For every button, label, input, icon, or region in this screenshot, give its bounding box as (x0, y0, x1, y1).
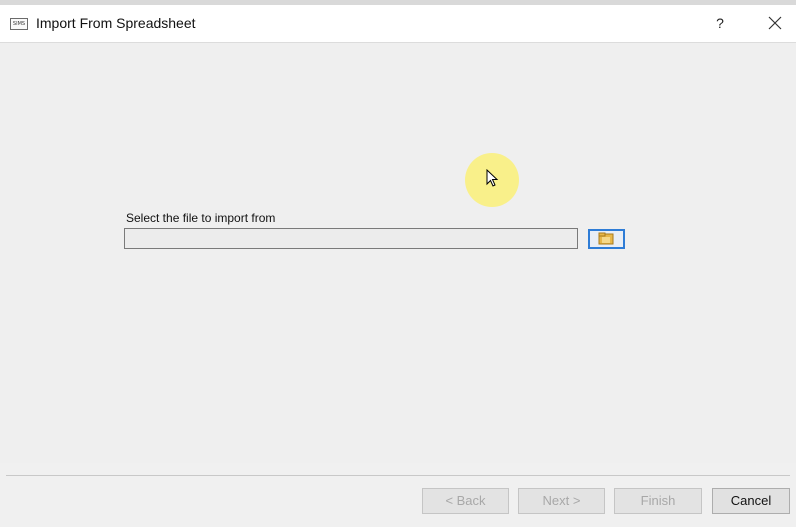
window-title: Import From Spreadsheet (36, 15, 196, 31)
help-button[interactable]: ? (705, 8, 735, 38)
browse-button[interactable] (588, 229, 625, 249)
dialog-content: Select the file to import from (0, 43, 796, 463)
close-icon (768, 16, 782, 30)
folder-browse-icon (598, 232, 614, 245)
close-button[interactable] (755, 8, 795, 38)
next-button[interactable]: Next > (518, 488, 605, 514)
file-path-input[interactable] (124, 228, 578, 249)
finish-button[interactable]: Finish (614, 488, 702, 514)
file-select-label: Select the file to import from (126, 211, 276, 225)
back-button[interactable]: < Back (422, 488, 509, 514)
cancel-button[interactable]: Cancel (712, 488, 790, 514)
app-icon: SIMS (10, 18, 28, 30)
title-bar: SIMS Import From Spreadsheet ? (0, 5, 796, 43)
footer-divider (6, 475, 790, 476)
import-dialog: SIMS Import From Spreadsheet ? Select th… (0, 5, 796, 527)
mouse-cursor-icon (486, 169, 499, 187)
